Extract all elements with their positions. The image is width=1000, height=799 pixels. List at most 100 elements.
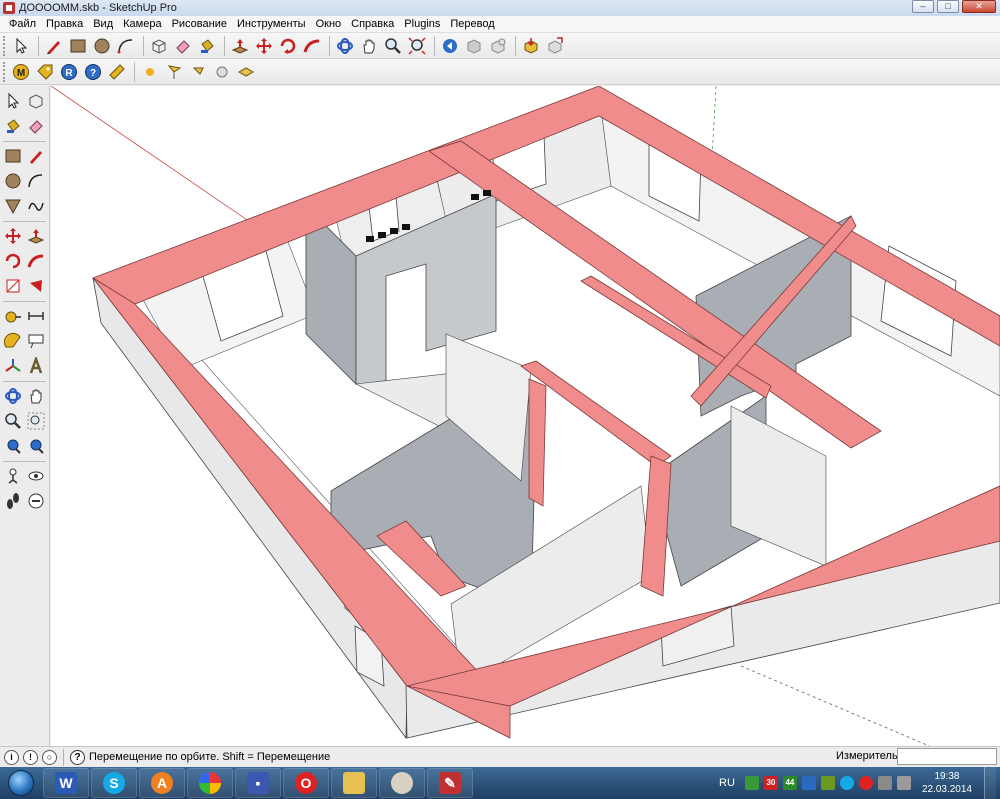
dimension-tool-icon[interactable]	[25, 305, 47, 327]
paint-bucket-tool-icon[interactable]	[2, 115, 24, 137]
orbit-tool-icon[interactable]	[2, 385, 24, 407]
plugin-m-icon[interactable]: M	[10, 61, 32, 83]
zoom-extents-tool-icon[interactable]	[406, 35, 428, 57]
protractor-tool-icon[interactable]	[2, 330, 24, 352]
share-model-tool-icon[interactable]	[544, 35, 566, 57]
rectangle-tool-icon[interactable]	[67, 35, 89, 57]
menu-edit[interactable]: Правка	[41, 18, 88, 30]
next-view-tool-icon[interactable]	[463, 35, 485, 57]
taskbar-picasa[interactable]	[187, 768, 233, 798]
opera-tray-icon[interactable]	[858, 776, 873, 790]
plugin-ruler-icon[interactable]	[106, 61, 128, 83]
minimize-button[interactable]: –	[912, 0, 934, 13]
maximize-button[interactable]: □	[937, 0, 959, 13]
make-component-tool-icon[interactable]	[148, 35, 170, 57]
menu-camera[interactable]: Камера	[118, 18, 166, 30]
move-tool-icon[interactable]	[2, 225, 24, 247]
toolbar-grip[interactable]	[3, 35, 7, 56]
line-tool-icon[interactable]	[25, 145, 47, 167]
rotate-tool-icon[interactable]	[277, 35, 299, 57]
section-plane-tool-icon[interactable]	[25, 490, 47, 512]
push-pull-tool-icon[interactable]	[25, 225, 47, 247]
help-icon[interactable]: ?	[70, 749, 85, 765]
circle-tool-icon[interactable]	[91, 35, 113, 57]
orbit-tool-icon[interactable]	[334, 35, 356, 57]
plugin-help-icon[interactable]: ?	[82, 61, 104, 83]
follow-me-tool-icon[interactable]	[25, 250, 47, 272]
plugin-r-icon[interactable]: R	[58, 61, 80, 83]
position-camera-tool-icon[interactable]	[2, 465, 24, 487]
show-desktop-button[interactable]	[984, 767, 996, 799]
taskbar-skype[interactable]: S	[91, 768, 137, 798]
select-tool-icon[interactable]	[10, 35, 32, 57]
menu-file[interactable]: Файл	[4, 18, 41, 30]
push-pull-tool-icon[interactable]	[229, 35, 251, 57]
previous-view-tool-icon[interactable]	[25, 435, 47, 457]
previous-view-tool-icon[interactable]	[439, 35, 461, 57]
menu-draw[interactable]: Рисование	[167, 18, 232, 30]
taskbar-word[interactable]: W	[43, 768, 89, 798]
select-tool-icon[interactable]	[2, 90, 24, 112]
start-button[interactable]	[0, 767, 42, 799]
credits-icon[interactable]: !	[23, 749, 38, 765]
badge-44-icon[interactable]: 44	[782, 776, 797, 790]
menu-plugins[interactable]: Plugins	[399, 18, 445, 30]
scale-tool-icon[interactable]	[2, 275, 24, 297]
title-bar[interactable]: ДОООOMM.skb - SketchUp Pro – □ ✕	[0, 0, 1000, 16]
circle-tool-icon[interactable]	[2, 170, 24, 192]
share-component-tool-icon[interactable]	[487, 35, 509, 57]
zoom-tool-icon[interactable]	[2, 410, 24, 432]
arc-tool-icon[interactable]	[25, 170, 47, 192]
taskbar-paint[interactable]	[379, 768, 425, 798]
menu-translate[interactable]: Перевод	[445, 18, 499, 30]
zoom-window-tool-icon[interactable]	[25, 410, 47, 432]
light-icon[interactable]	[187, 61, 209, 83]
get-models-tool-icon[interactable]	[520, 35, 542, 57]
pencil-tool-icon[interactable]	[43, 35, 65, 57]
axes-tool-icon[interactable]	[2, 355, 24, 377]
follow-me-tool-icon[interactable]	[301, 35, 323, 57]
text-tool-icon[interactable]	[25, 330, 47, 352]
flag-icon[interactable]	[163, 61, 185, 83]
rectangle-tool-icon[interactable]	[2, 145, 24, 167]
tray-app-icon[interactable]	[801, 776, 816, 790]
zoom-tool-icon[interactable]	[382, 35, 404, 57]
arc-tool-icon[interactable]	[115, 35, 137, 57]
walk-tool-icon[interactable]	[2, 490, 24, 512]
taskbar-sketchup[interactable]: ✎	[427, 768, 473, 798]
sphere-icon[interactable]	[211, 61, 233, 83]
network-monitor-icon[interactable]	[744, 776, 759, 790]
toolbar-grip[interactable]	[3, 61, 7, 82]
stairs-icon[interactable]	[235, 61, 257, 83]
3d-text-tool-icon[interactable]	[25, 355, 47, 377]
look-around-tool-icon[interactable]	[25, 465, 47, 487]
taskbar-avast[interactable]: A	[139, 768, 185, 798]
zoom-extents-tool-icon[interactable]	[2, 435, 24, 457]
menu-help[interactable]: Справка	[346, 18, 399, 30]
polygon-tool-icon[interactable]	[2, 195, 24, 217]
taskbar-save[interactable]: ▪	[235, 768, 281, 798]
taskbar-explorer[interactable]	[331, 768, 377, 798]
language-indicator[interactable]: RU	[719, 777, 735, 789]
eraser-tool-icon[interactable]	[25, 115, 47, 137]
drawing-viewport[interactable]	[51, 86, 1000, 746]
menu-view[interactable]: Вид	[88, 18, 118, 30]
taskbar-opera[interactable]: O	[283, 768, 329, 798]
plugin-tag-icon[interactable]	[34, 61, 56, 83]
volume-icon[interactable]	[896, 776, 911, 790]
house-model-scene[interactable]	[51, 86, 1000, 746]
sun-icon[interactable]	[139, 61, 161, 83]
move-tool-icon[interactable]	[253, 35, 275, 57]
close-button[interactable]: ✕	[962, 0, 996, 13]
menu-window[interactable]: Окно	[311, 18, 347, 30]
user-icon[interactable]: ○	[42, 749, 57, 765]
badge-30-icon[interactable]: 30	[763, 776, 778, 790]
pan-tool-icon[interactable]	[358, 35, 380, 57]
measurements-input[interactable]	[897, 748, 997, 765]
sketchup-app-icon[interactable]	[3, 2, 15, 14]
menu-tools[interactable]: Инструменты	[232, 18, 311, 30]
skype-tray-icon[interactable]	[839, 776, 854, 790]
nvidia-icon[interactable]	[820, 776, 835, 790]
offset-tool-icon[interactable]	[25, 275, 47, 297]
network-icon[interactable]	[877, 776, 892, 790]
